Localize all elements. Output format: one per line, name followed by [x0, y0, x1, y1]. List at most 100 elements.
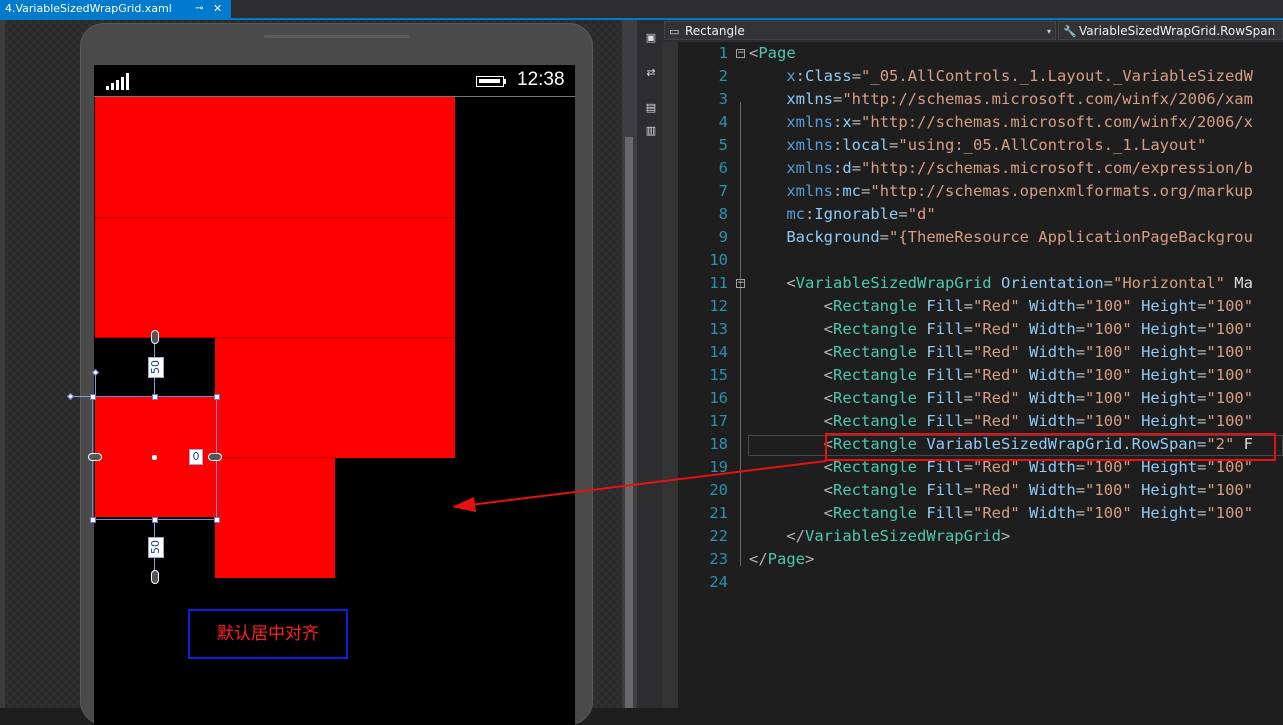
line-number: 8 [718, 205, 728, 223]
line-number: 3 [718, 90, 728, 108]
margin-anchor-left-icon[interactable] [88, 453, 102, 461]
line-number: 9 [718, 228, 728, 246]
code-line[interactable]: xmlns:mc="http://schemas.openxmlformats.… [749, 180, 1253, 203]
resize-handle[interactable] [152, 394, 158, 400]
member-dropdown[interactable]: 🔧 VariableSizedWrapGrid.RowSpan [1058, 21, 1283, 40]
element-dropdown[interactable]: ▭ Rectangle ▾ [664, 21, 1056, 40]
red-rectangle[interactable] [215, 97, 335, 218]
code-line[interactable]: mc:Ignorable="d" [749, 203, 935, 226]
margin-right-label: 0 [189, 449, 203, 465]
code-line[interactable]: xmlns:d="http://schemas.microsoft.com/ex… [749, 157, 1253, 180]
line-number: 20 [709, 481, 728, 499]
element-icon: ▭ [669, 25, 680, 38]
code-line[interactable]: <Rectangle Fill="Red" Width="100" Height… [749, 318, 1253, 341]
line-number: 5 [718, 136, 728, 154]
code-line[interactable]: xmlns:local="using:_05.AllControls._1.La… [749, 134, 1206, 157]
designer-vertical-scrollbar[interactable] [622, 20, 636, 708]
status-clock: 12:38 [517, 69, 565, 90]
chevron-down-icon: ▾ [1046, 27, 1051, 36]
guide-line [95, 373, 96, 396]
resize-handle[interactable] [152, 517, 158, 523]
line-number: 12 [709, 297, 728, 315]
margin-anchor-bottom-icon[interactable] [151, 570, 159, 584]
collapse-icon[interactable]: − [736, 279, 745, 288]
line-number: 2 [718, 67, 728, 85]
margin-anchor-top-icon[interactable] [151, 330, 159, 344]
line-number: 23 [709, 550, 728, 568]
line-number: 16 [709, 389, 728, 407]
line-number: 13 [709, 320, 728, 338]
code-line[interactable]: <Rectangle Fill="Red" Width="100" Height… [749, 502, 1253, 525]
line-number: 19 [709, 458, 728, 476]
line-number: 4 [718, 113, 728, 131]
close-icon[interactable]: ✕ [213, 0, 222, 18]
element-dropdown-label: Rectangle [685, 24, 745, 38]
line-number: 14 [709, 343, 728, 361]
line-number: 10 [709, 251, 728, 269]
scrollbar-thumb[interactable] [625, 137, 633, 708]
line-number: 18 [709, 435, 728, 453]
red-rectangle[interactable] [335, 218, 455, 338]
code-line[interactable]: <Rectangle Fill="Red" Width="100" Height… [749, 295, 1253, 318]
collapse-icon[interactable]: − [736, 49, 745, 58]
swap-panes-icon[interactable]: ⇄ [645, 67, 657, 79]
center-point [152, 455, 157, 460]
code-line[interactable]: <VariableSizedWrapGrid Orientation="Hori… [749, 272, 1253, 295]
callout-highlight-box [825, 433, 1276, 461]
code-line[interactable]: xmlns="http://schemas.microsoft.com/winf… [749, 88, 1253, 111]
battery-icon [476, 76, 506, 87]
red-rectangle[interactable] [335, 97, 455, 218]
red-rectangle[interactable] [335, 338, 455, 458]
code-line[interactable]: <Rectangle Fill="Red" Width="100" Height… [749, 479, 1253, 502]
line-number: 7 [718, 182, 728, 200]
document-tab-strip: 4.VariableSizedWrapGrid.xaml ⊸ ✕ [0, 0, 1283, 18]
designer-side-toolbar: ▣ ⇄ ▤ ▥ [636, 20, 663, 708]
xaml-code-editor[interactable]: − − 1 <Page 2 x:Class="_05.AllControls._1.… [662, 42, 1283, 708]
resize-handle[interactable] [90, 394, 96, 400]
resize-handle[interactable] [90, 517, 96, 523]
red-rectangle[interactable] [215, 458, 335, 578]
code-line[interactable]: <Page [749, 42, 796, 65]
red-rectangle[interactable] [215, 218, 335, 338]
code-line[interactable]: <Rectangle Fill="Red" Width="100" Height… [749, 341, 1253, 364]
resize-handle[interactable] [214, 394, 220, 400]
red-rectangle[interactable] [215, 338, 335, 458]
outline-guide [740, 102, 741, 566]
red-rectangle[interactable] [95, 97, 215, 218]
code-line[interactable]: xmlns:x="http://schemas.microsoft.com/wi… [749, 111, 1253, 134]
line-number: 21 [709, 504, 728, 522]
status-bar: 12:38 [94, 65, 575, 97]
phone-speaker [264, 35, 410, 38]
line-number: 1 [718, 44, 728, 62]
designer-left-edge [0, 20, 5, 708]
code-line[interactable]: Background="{ThemeResource ApplicationPa… [749, 226, 1253, 249]
document-tab[interactable]: 4.VariableSizedWrapGrid.xaml ⊸ ✕ [0, 0, 231, 18]
indicator-margin [662, 42, 678, 708]
code-navigation-bar: ▭ Rectangle ▾ 🔧 VariableSizedWrapGrid.Ro… [662, 20, 1283, 43]
split-horizontal-icon[interactable]: ▤ [645, 102, 657, 114]
code-line[interactable]: x:Class="_05.AllControls._1.Layout._Vari… [749, 65, 1253, 88]
line-number: 22 [709, 527, 728, 545]
pin-icon[interactable]: ⊸ [195, 0, 203, 18]
member-dropdown-label: VariableSizedWrapGrid.RowSpan [1079, 24, 1276, 38]
margin-bottom-label: 50 [148, 537, 164, 558]
document-tab-title: 4.VariableSizedWrapGrid.xaml [5, 2, 172, 15]
annotation-note: 默认居中对齐 [188, 609, 348, 659]
margin-top-label: 50 [148, 357, 164, 378]
line-number: 17 [709, 412, 728, 430]
code-line[interactable]: <Rectangle Fill="Red" Width="100" Height… [749, 410, 1253, 433]
resize-handle[interactable] [214, 517, 220, 523]
code-line[interactable]: <Rectangle Fill="Red" Width="100" Height… [749, 364, 1253, 387]
code-line[interactable]: <Rectangle Fill="Red" Width="100" Height… [749, 387, 1253, 410]
line-number: 24 [709, 573, 728, 591]
code-line[interactable]: </Page> [749, 548, 814, 571]
red-rectangle[interactable] [95, 218, 215, 338]
design-view-icon[interactable]: ▣ [645, 32, 657, 44]
code-line[interactable]: </VariableSizedWrapGrid> [749, 525, 1010, 548]
wrench-icon: 🔧 [1063, 25, 1077, 38]
split-vertical-icon[interactable]: ▥ [645, 125, 657, 137]
margin-anchor-right-icon[interactable] [208, 453, 222, 461]
line-number: 6 [718, 159, 728, 177]
line-number: 11 [709, 274, 728, 292]
line-number: 15 [709, 366, 728, 384]
